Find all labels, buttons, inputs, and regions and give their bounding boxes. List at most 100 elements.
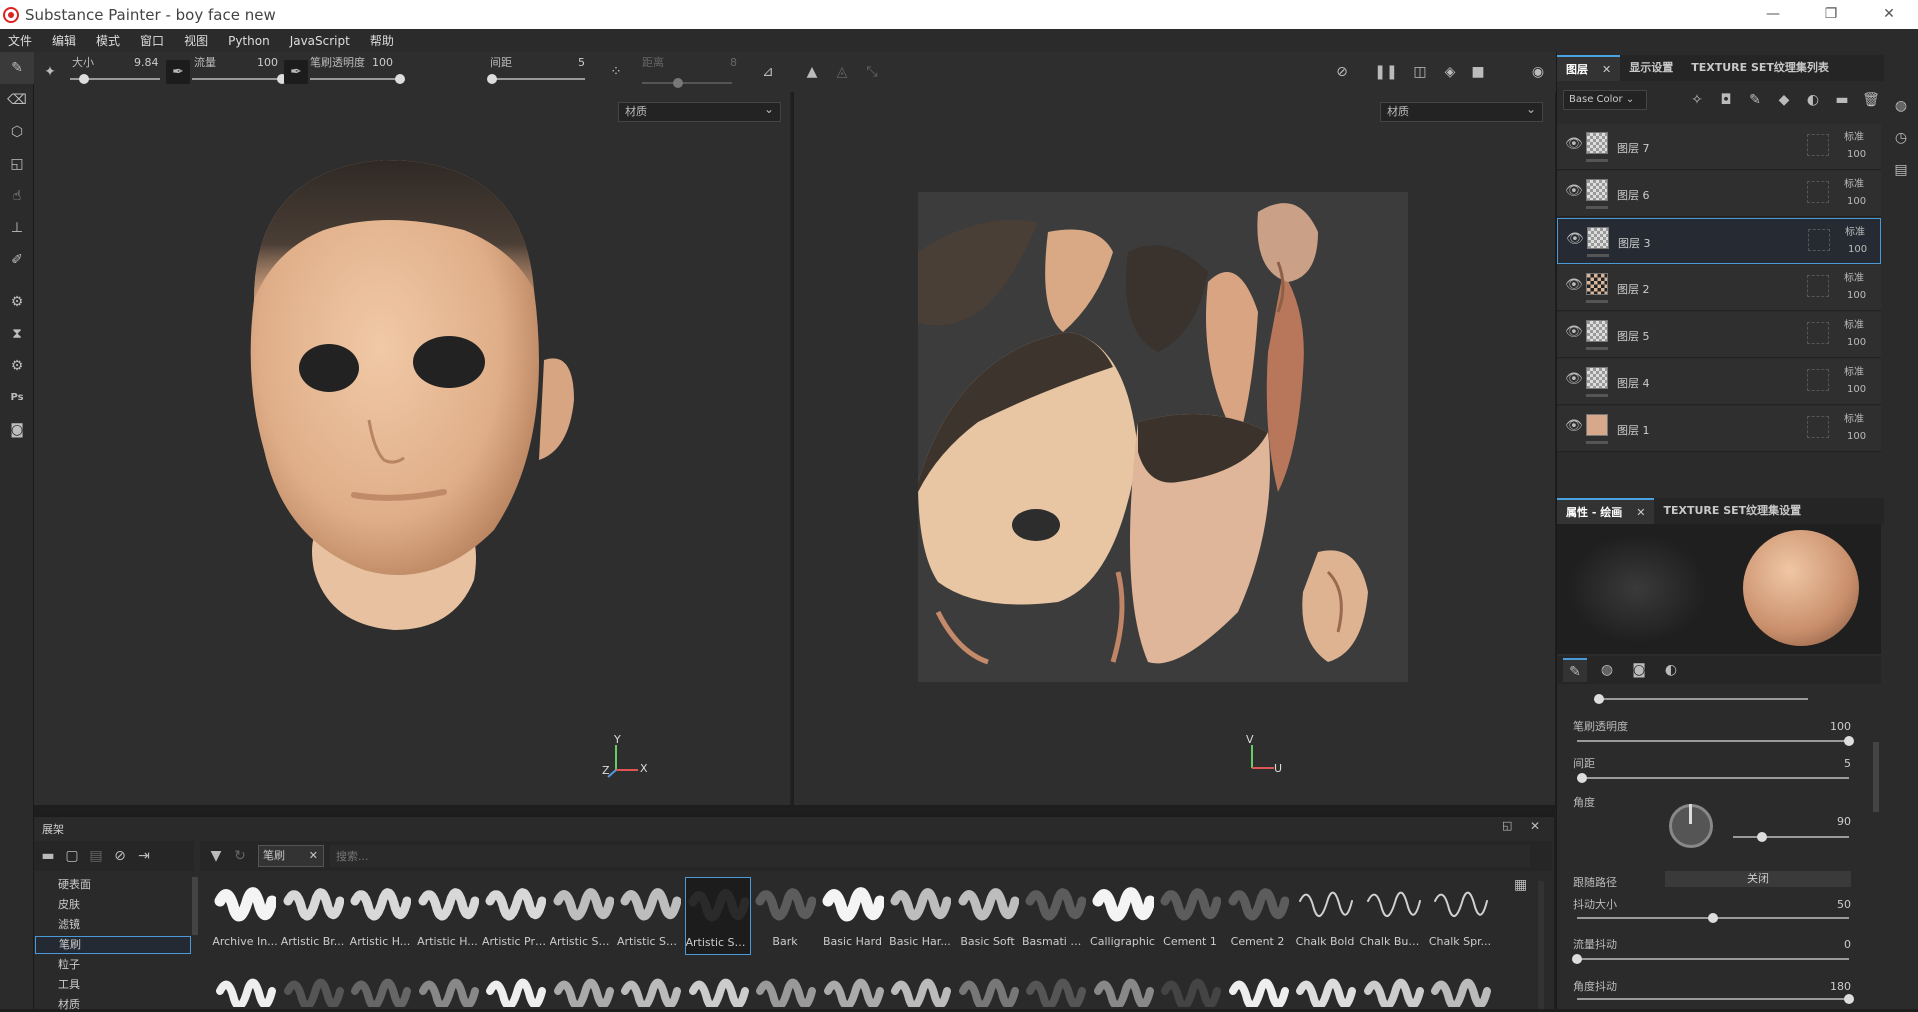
- brush-item[interactable]: [280, 967, 346, 1007]
- prop-spacing-slider[interactable]: [1577, 773, 1849, 783]
- layer-row[interactable]: 👁 图层 2 标准 100: [1557, 265, 1881, 311]
- pause-render-icon[interactable]: ❚❚: [1374, 60, 1398, 84]
- layer-opacity[interactable]: 100: [1847, 337, 1866, 348]
- pen-pressure-size-icon[interactable]: ✒: [166, 60, 190, 84]
- menu-help[interactable]: 帮助: [370, 32, 394, 49]
- viewport-2d-channel-select[interactable]: 材质: [1380, 100, 1543, 122]
- prop-opacity-knob[interactable]: [1844, 736, 1854, 746]
- brush-item[interactable]: [212, 967, 278, 1007]
- tab-texture-set-list[interactable]: TEXTURE SET纹理集列表: [1682, 55, 1838, 81]
- delete-layer-icon[interactable]: 🗑: [1859, 88, 1883, 112]
- layer-name[interactable]: 图层 6: [1617, 187, 1650, 203]
- brush-item[interactable]: [1360, 967, 1426, 1007]
- tab-layers[interactable]: 图层 ✕: [1557, 55, 1621, 81]
- prop-angle-slider[interactable]: [1733, 832, 1849, 842]
- tab-properties-paint[interactable]: 属性 - 绘画 ✕: [1557, 498, 1655, 524]
- layer-mask-slot[interactable]: [1807, 416, 1829, 438]
- layer-opacity[interactable]: 100: [1848, 244, 1867, 255]
- brush-item[interactable]: [415, 967, 481, 1007]
- minimize-button[interactable]: —: [1744, 0, 1802, 29]
- brush-item[interactable]: Cement 1: [1157, 877, 1223, 955]
- layer-blend-mode[interactable]: 标准: [1844, 410, 1864, 425]
- brush-item[interactable]: [685, 967, 751, 1007]
- distance-slider-knob[interactable]: [673, 78, 683, 88]
- layer-name[interactable]: 图层 1: [1617, 422, 1650, 438]
- category-scrollbar[interactable]: [192, 877, 198, 935]
- viewport-3d-channel-select[interactable]: 材质: [618, 100, 781, 122]
- layer-blend-mode[interactable]: 标准: [1844, 363, 1864, 378]
- menu-mode[interactable]: 模式: [96, 32, 120, 49]
- close-icon[interactable]: ✕: [1530, 819, 1540, 833]
- shelf-category[interactable]: 滤镜: [58, 916, 80, 932]
- transform-icon[interactable]: ⤡: [860, 60, 884, 84]
- brush-item[interactable]: Artistic H...: [347, 877, 413, 955]
- log-icon[interactable]: ▤: [1884, 154, 1918, 186]
- prop-jitter-angle-value[interactable]: 180: [1811, 980, 1851, 993]
- shelf-category[interactable]: 皮肤: [58, 896, 80, 912]
- brush-item[interactable]: [1090, 967, 1156, 1007]
- layer-opacity[interactable]: 100: [1847, 384, 1866, 395]
- add-mask-icon[interactable]: ◘: [1714, 88, 1738, 112]
- menu-file[interactable]: 文件: [8, 32, 32, 49]
- prop-jitter-angle-knob[interactable]: [1844, 994, 1854, 1004]
- add-paint-layer-icon[interactable]: ✎: [1743, 88, 1767, 112]
- layer-blend-mode[interactable]: 标准: [1844, 128, 1864, 143]
- hourglass-icon[interactable]: ⧗: [0, 318, 34, 350]
- new-shelf-icon[interactable]: ▢: [62, 846, 82, 866]
- shelf-category[interactable]: 粒子: [58, 956, 80, 972]
- layer-mask-slot[interactable]: [1807, 275, 1829, 297]
- polygon-fill-tool-icon[interactable]: ◱: [0, 148, 34, 180]
- size-slider-knob[interactable]: [78, 74, 89, 84]
- prop-angle-knob[interactable]: [1757, 832, 1767, 842]
- add-folder-icon[interactable]: ▬: [1830, 88, 1854, 112]
- layer-name[interactable]: 图层 7: [1617, 140, 1650, 156]
- distance-value[interactable]: 8: [730, 56, 737, 69]
- brush-item[interactable]: Artistic So...: [617, 877, 683, 955]
- brush-item[interactable]: Bark: [752, 877, 818, 955]
- prop-angle-value[interactable]: 90: [1811, 815, 1851, 828]
- projection-tool-icon[interactable]: ⬡: [0, 116, 34, 148]
- brush-preset-icon[interactable]: ✦: [38, 60, 62, 84]
- prop-spacing-value[interactable]: 5: [1811, 757, 1851, 770]
- brush-item[interactable]: Archive In...: [212, 877, 278, 955]
- close-icon[interactable]: ✕: [309, 846, 318, 866]
- opacity-value[interactable]: 100: [372, 56, 393, 69]
- layer-mask-slot[interactable]: [1807, 134, 1829, 156]
- brush-item[interactable]: [1292, 967, 1358, 1007]
- filter-icon[interactable]: ▼: [204, 844, 228, 868]
- shelf-search-input[interactable]: [330, 845, 1530, 867]
- close-window-button[interactable]: ✕: [1860, 0, 1918, 29]
- shelf-category[interactable]: 硬表面: [58, 876, 91, 892]
- lazy-mouse-icon[interactable]: ⁘: [604, 60, 628, 84]
- layer-mask-slot[interactable]: [1807, 322, 1829, 344]
- brush-scrollbar[interactable]: [1538, 881, 1544, 1009]
- menu-window[interactable]: 窗口: [140, 32, 164, 49]
- eye-icon[interactable]: 👁: [1566, 231, 1584, 247]
- brush-item[interactable]: Artistic So...: [550, 877, 616, 955]
- share-icon[interactable]: ◙: [0, 414, 34, 446]
- layer-name[interactable]: 图层 3: [1618, 235, 1651, 251]
- brush-item[interactable]: [550, 967, 616, 1007]
- hide-icon[interactable]: ⊘: [110, 846, 130, 866]
- tab-texture-set-settings[interactable]: TEXTURE SET纹理集设置: [1654, 498, 1810, 524]
- line-mode-icon[interactable]: ⊿: [756, 60, 780, 84]
- layer-name[interactable]: 图层 5: [1617, 328, 1650, 344]
- eraser-tool-icon[interactable]: ⌫: [0, 84, 34, 116]
- spacing-slider-knob[interactable]: [486, 74, 497, 84]
- import-icon[interactable]: ⇥: [134, 846, 154, 866]
- brush-item[interactable]: Artistic Pri...: [482, 877, 548, 955]
- menu-python[interactable]: Python: [228, 34, 270, 48]
- 3d-cube-view-icon[interactable]: ◈: [1438, 60, 1462, 84]
- opacity-slider[interactable]: [310, 74, 405, 84]
- layer-mask-slot[interactable]: [1808, 229, 1830, 251]
- bake-settings-icon[interactable]: ⚙: [0, 286, 34, 318]
- layer-row[interactable]: 👁 图层 5 标准 100: [1557, 312, 1881, 358]
- prop-jitter-size-slider[interactable]: [1577, 913, 1849, 923]
- add-effect-icon[interactable]: ✧: [1685, 88, 1709, 112]
- layer-mask-slot[interactable]: [1807, 181, 1829, 203]
- layer-name[interactable]: 图层 2: [1617, 281, 1650, 297]
- viewport-2d[interactable]: 材质 V U: [794, 92, 1555, 805]
- layer-row[interactable]: 👁 图层 6 标准 100: [1557, 171, 1881, 217]
- brush-item[interactable]: Basmati B...: [1022, 877, 1088, 955]
- add-smart-material-icon[interactable]: ◐: [1801, 88, 1825, 112]
